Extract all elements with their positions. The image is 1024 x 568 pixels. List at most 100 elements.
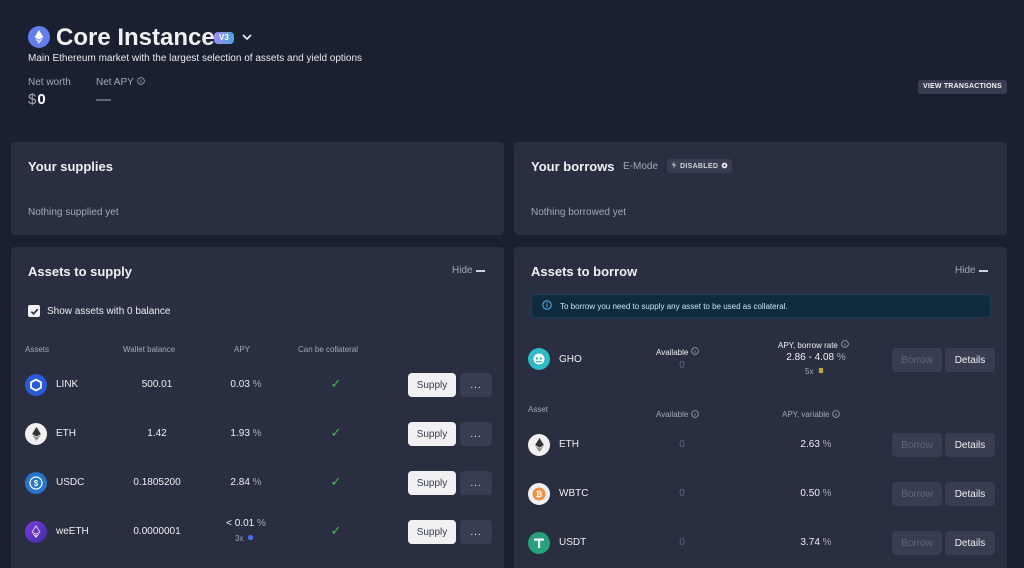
percent-sign: % — [252, 477, 262, 488]
info-icon — [542, 300, 552, 312]
collateral-check-icon: ✓ — [330, 425, 342, 440]
show-zero-balance-option[interactable]: Show assets with 0 balance — [28, 305, 170, 317]
gho-rate-label-group: APY, borrow rate — [778, 340, 849, 350]
details-button[interactable]: Details — [945, 348, 995, 372]
asset-symbol: GHO — [559, 354, 582, 365]
hide-label: Hide — [955, 265, 976, 276]
collateral-check-icon: ✓ — [330, 523, 342, 538]
your-borrows-title: Your borrows — [531, 159, 615, 174]
borrow-info-alert: To borrow you need to supply any asset t… — [531, 294, 991, 318]
borrow-apy: 0.50 % — [786, 488, 846, 499]
wallet-balance: 0.0000001 — [133, 526, 181, 537]
info-icon[interactable] — [841, 340, 849, 350]
asset-symbol: WBTC — [559, 488, 589, 499]
borrow-row-wbtc: ₿ WBTC 0 0.50 % Borrow Details — [514, 480, 1007, 508]
net-apy-label: Net APY — [96, 77, 134, 88]
supply-row-weeth: weETH 0.0000001 < 0.01 % 3x ✓ Supply ... — [11, 518, 504, 548]
available-value: 0 — [679, 439, 685, 450]
available-value: 0 — [679, 537, 685, 548]
assets-to-borrow-panel: Assets to borrow Hide To borrow you need… — [514, 247, 1007, 568]
hide-supply-toggle[interactable]: Hide — [452, 265, 485, 276]
svg-text:$: $ — [34, 479, 39, 488]
minus-icon — [978, 269, 988, 272]
details-button[interactable]: Details — [945, 482, 995, 506]
available-header-text: Available — [656, 409, 689, 419]
apy-value: 2.84 — [230, 477, 250, 488]
incentive-icon — [247, 534, 254, 543]
assets-to-borrow-title: Assets to borrow — [531, 264, 638, 279]
details-button[interactable]: Details — [945, 433, 995, 457]
supply-apy: 0.03 % — [216, 379, 276, 390]
gho-discount-multiplier[interactable]: 5x — [805, 367, 824, 376]
collateral-check-icon: ✓ — [330, 474, 342, 489]
borrow-info-text: To borrow you need to supply any asset t… — [560, 301, 788, 311]
column-header-assets[interactable]: Assets — [25, 345, 49, 354]
borrow-row-usdt: USDT 0 3.74 % Borrow Details — [514, 529, 1007, 557]
gho-available-value: 0 — [679, 360, 685, 371]
emode-status-badge[interactable]: DISABLED — [667, 159, 733, 173]
apy-value: 0.50 — [800, 488, 820, 499]
borrow-button[interactable]: Borrow — [892, 348, 942, 372]
collateral-check-icon: ✓ — [330, 376, 342, 391]
gho-available-label: Available — [656, 347, 689, 357]
borrow-apy: 3.74 % — [786, 537, 846, 548]
view-transactions-button[interactable]: VIEW TRANSACTIONS — [918, 80, 1007, 94]
borrow-button[interactable]: Borrow — [892, 482, 942, 506]
eth-icon — [528, 434, 550, 456]
more-options-button[interactable]: ... — [460, 471, 492, 495]
column-header-asset[interactable]: Asset — [528, 405, 548, 414]
supply-button[interactable]: Supply — [408, 471, 456, 495]
available-value: 0 — [679, 488, 685, 499]
column-header-can-be-collateral[interactable]: Can be collateral — [298, 345, 358, 354]
wallet-balance: 1.42 — [147, 428, 167, 439]
info-icon[interactable] — [691, 347, 700, 357]
supply-button[interactable]: Supply — [408, 520, 456, 544]
info-icon[interactable] — [691, 405, 700, 423]
column-header-available[interactable]: Available — [656, 405, 700, 423]
link-icon — [25, 374, 47, 396]
supply-row-usdc: $ USDC 0.1805200 2.84 % ✓ Supply ... — [11, 469, 504, 497]
wallet-balance: 0.1805200 — [133, 477, 181, 488]
hide-borrow-toggle[interactable]: Hide — [955, 265, 988, 276]
column-header-wallet-balance[interactable]: Wallet balance — [123, 345, 175, 354]
percent-sign: % — [256, 518, 266, 529]
borrow-apy: 2.63 % — [786, 439, 846, 450]
apy-value: 0.03 — [230, 379, 250, 390]
details-button[interactable]: Details — [945, 531, 995, 555]
borrow-button[interactable]: Borrow — [892, 433, 942, 457]
info-icon[interactable] — [137, 77, 145, 88]
svg-text:₿: ₿ — [536, 490, 543, 499]
currency-symbol: $ — [28, 91, 37, 108]
market-logo-icon — [28, 26, 50, 48]
supply-button[interactable]: Supply — [408, 373, 456, 397]
your-borrows-panel: Your borrows E-Mode DISABLED Nothing bor… — [514, 142, 1007, 235]
asset-symbol: USDT — [559, 537, 587, 548]
more-options-button[interactable]: ... — [460, 520, 492, 544]
gho-rate-label: APY, borrow rate — [778, 340, 838, 350]
supply-apy: 1.93 % — [216, 428, 276, 439]
borrow-button[interactable]: Borrow — [892, 531, 942, 555]
hide-label: Hide — [452, 265, 473, 276]
apy-value: 2.63 — [800, 439, 820, 450]
more-options-button[interactable]: ... — [460, 422, 492, 446]
column-header-apy-variable[interactable]: APY, variable — [782, 405, 841, 423]
lightning-icon — [671, 161, 677, 171]
more-options-button[interactable]: ... — [460, 373, 492, 397]
chevron-down-icon[interactable] — [240, 30, 254, 44]
weeth-icon — [25, 521, 47, 543]
supply-button[interactable]: Supply — [408, 422, 456, 446]
asset-symbol: ETH — [56, 428, 76, 439]
asset-symbol: ETH — [559, 439, 579, 450]
info-icon[interactable] — [832, 405, 841, 423]
apy-value: 3.74 — [800, 537, 820, 548]
show-zero-balance-label: Show assets with 0 balance — [47, 305, 171, 317]
percent-sign: % — [252, 428, 262, 439]
column-header-apy[interactable]: APY — [234, 345, 250, 354]
net-apy-label-group: Net APY — [96, 77, 145, 88]
incentive-multiplier[interactable]: 3x — [235, 534, 254, 543]
show-zero-balance-checkbox[interactable] — [28, 305, 40, 317]
emode-status-text: DISABLED — [680, 162, 719, 170]
wallet-balance: 500.01 — [141, 379, 173, 390]
emode-label: E-Mode — [623, 161, 659, 172]
your-supplies-title: Your supplies — [28, 159, 113, 174]
